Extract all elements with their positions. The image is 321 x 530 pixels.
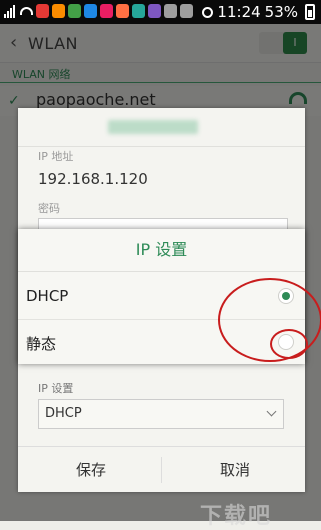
notification-icon — [52, 4, 65, 18]
chevron-down-icon — [266, 406, 277, 417]
sheet-buttons: 保存 取消 — [18, 446, 305, 493]
status-bar: 11:24 53% — [0, 0, 321, 24]
notification-icon — [116, 4, 129, 18]
password-label: 密码 — [38, 202, 60, 215]
notification-icon — [100, 4, 113, 18]
ip-value: 192.168.1.120 — [38, 170, 148, 188]
ip-settings-value: DHCP — [45, 406, 82, 421]
button-divider — [161, 457, 162, 483]
wifi-status-icon — [20, 7, 33, 15]
notification-icons — [4, 4, 193, 18]
notification-icon — [68, 4, 81, 18]
clock: 11:24 — [217, 3, 261, 21]
cancel-button[interactable]: 取消 — [220, 459, 250, 480]
notification-icon — [148, 4, 161, 18]
notification-icon — [164, 4, 177, 18]
blurred-title — [108, 120, 198, 134]
battery-icon — [305, 4, 315, 20]
signal-icon — [4, 4, 17, 18]
alarm-icon — [202, 6, 214, 18]
battery-percent: 53% — [264, 3, 298, 21]
save-button[interactable]: 保存 — [76, 459, 106, 480]
sheet-title-bar — [18, 108, 305, 147]
notification-icon — [36, 4, 49, 18]
ip-label: IP 地址 — [38, 150, 74, 163]
notification-icon — [132, 4, 145, 18]
watermark: 下载吧 — [200, 504, 273, 529]
status-right: 11:24 53% — [202, 3, 315, 21]
option-label: DHCP — [26, 287, 69, 305]
notification-icon — [180, 4, 193, 18]
option-label: 静态 — [26, 335, 57, 353]
dialog-title: IP 设置 — [18, 229, 305, 272]
ip-settings-select[interactable]: DHCP — [38, 399, 284, 429]
ip-settings-label: IP 设置 — [38, 382, 74, 395]
annotation-circle-small — [270, 329, 308, 359]
notification-icon — [84, 4, 97, 18]
